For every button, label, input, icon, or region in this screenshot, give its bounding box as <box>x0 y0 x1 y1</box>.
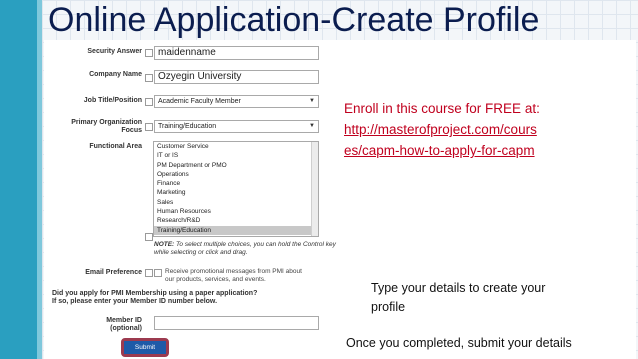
accent-bar-edge <box>37 0 42 359</box>
functional-area-option[interactable]: IT or IS <box>154 151 318 160</box>
company-name-input[interactable] <box>154 70 319 84</box>
member-id-label: Member ID (optional) <box>64 317 142 333</box>
functional-area-option[interactable]: Marketing <box>154 188 318 197</box>
membership-question-line2: If so, please enter your Member ID numbe… <box>52 298 218 305</box>
note-prefix: NOTE: <box>154 241 175 248</box>
membership-question-line1: Did you apply for PMI Membership using a… <box>52 290 258 297</box>
functional-area-checkbox[interactable] <box>145 233 153 241</box>
listbox-scrollbar[interactable] <box>311 142 318 236</box>
primary-org-focus-label-line1: Primary Organization <box>71 119 142 126</box>
slide-title: Online Application-Create Profile <box>48 1 540 39</box>
job-title-label: Job Title/Position <box>83 97 142 104</box>
functional-area-option[interactable]: Customer Service <box>154 142 318 151</box>
functional-area-listbox[interactable]: Customer Service IT or IS PM Department … <box>153 141 319 237</box>
multi-select-note-line1: NOTE: To select multiple choices, you ca… <box>154 241 336 249</box>
details-callout-line1: Type your details to create your <box>371 281 546 295</box>
email-preference-checkbox-left[interactable] <box>145 269 153 277</box>
enroll-text: Enroll in this course for FREE at: <box>344 101 540 116</box>
email-preference-label: Email Preference <box>85 269 142 276</box>
functional-area-option[interactable]: Human Resources <box>154 207 318 216</box>
member-id-label-text: Member ID <box>106 317 142 324</box>
security-answer-checkbox[interactable] <box>145 49 153 57</box>
enroll-callout: Enroll in this course for FREE at: http:… <box>344 98 629 161</box>
member-id-input[interactable] <box>154 316 319 330</box>
chevron-down-icon: ▼ <box>309 98 315 104</box>
submit-callout: Once you completed, submit your details <box>346 336 572 350</box>
primary-org-focus-label: Primary Organization Focus <box>64 119 142 135</box>
accent-bar <box>0 0 42 359</box>
member-id-sublabel: (optional) <box>110 325 142 332</box>
security-answer-label: Security Answer <box>87 48 142 55</box>
email-preference-checkbox[interactable] <box>154 269 162 277</box>
functional-area-option-selected[interactable]: Training/Education <box>154 225 318 235</box>
chevron-down-icon: ▼ <box>309 123 315 129</box>
email-preference-text: Receive promotional messages from PMI ab… <box>165 268 302 284</box>
company-name-label: Company Name <box>89 71 142 78</box>
enroll-link-line1[interactable]: http://masterofproject.com/cours <box>344 119 629 140</box>
details-callout: Type your details to create your profile <box>371 279 545 317</box>
multi-select-note-line2: while selecting or click and drag. <box>154 249 248 256</box>
membership-question: Did you apply for PMI Membership using a… <box>52 290 257 306</box>
submit-button[interactable]: Submit <box>124 341 166 354</box>
primary-org-focus-checkbox[interactable] <box>145 123 153 131</box>
job-title-checkbox[interactable] <box>145 98 153 106</box>
functional-area-option[interactable]: PM Department or PMO <box>154 161 318 170</box>
security-answer-input[interactable] <box>154 46 319 60</box>
functional-area-option[interactable]: Operations <box>154 170 318 179</box>
functional-area-option[interactable]: Finance <box>154 179 318 188</box>
job-title-select[interactable]: Academic Faculty Member ▼ <box>154 95 319 108</box>
job-title-value: Academic Faculty Member <box>158 98 241 105</box>
email-preference-text-line2: our products, services, and events. <box>165 276 266 283</box>
functional-area-option[interactable]: Research/R&D <box>154 216 318 225</box>
details-callout-line2: profile <box>371 300 406 314</box>
primary-org-focus-select[interactable]: Training/Education ▼ <box>154 120 319 133</box>
functional-area-option[interactable]: Sales <box>154 198 318 207</box>
primary-org-focus-label-line2: Focus <box>121 127 142 134</box>
functional-area-label: Functional Area <box>89 143 142 150</box>
note-text: To select multiple choices, you can hold… <box>174 241 336 248</box>
form-screenshot: Security Answer Company Name Job Title/P… <box>44 40 636 359</box>
multi-select-note: NOTE: To select multiple choices, you ca… <box>154 241 336 257</box>
enroll-link-line2[interactable]: es/capm-how-to-apply-for-capm <box>344 140 629 161</box>
email-preference-text-line1: Receive promotional messages from PMI ab… <box>165 268 302 275</box>
primary-org-focus-value: Training/Education <box>158 123 217 130</box>
company-name-checkbox[interactable] <box>145 74 153 82</box>
